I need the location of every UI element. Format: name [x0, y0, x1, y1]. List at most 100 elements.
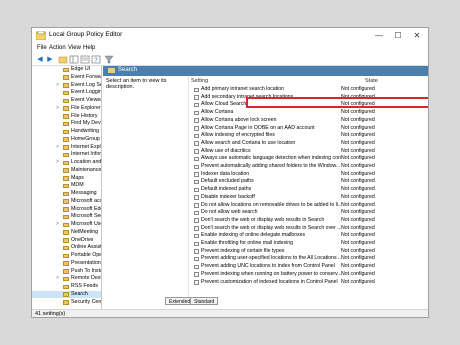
tree-item[interactable]: Event Forwarding	[32, 74, 101, 82]
policy-row[interactable]: Always use automatic language detection …	[191, 155, 427, 163]
policy-setting-icon	[194, 195, 199, 200]
tree-item[interactable]: Microsoft Edge	[32, 206, 101, 214]
chevron-right-icon[interactable]: >	[56, 144, 59, 152]
policy-state: Not configured	[341, 270, 375, 277]
tree-item[interactable]: > Location and Sens	[32, 159, 101, 167]
tree-item[interactable]: Event Logging	[32, 89, 102, 97]
policy-row[interactable]: Indexer data location Not configured	[191, 171, 427, 179]
tree-item[interactable]: Event Viewer	[32, 97, 101, 105]
policy-row[interactable]: Default indexed paths Not configured	[191, 186, 427, 194]
folder-up-icon[interactable]	[58, 55, 68, 64]
tree-item[interactable]: Handwriting	[32, 128, 101, 136]
tree-item[interactable]: HomeGroup	[32, 136, 101, 144]
tree-item[interactable]: Find My Device	[32, 120, 101, 128]
menu-file[interactable]: File	[37, 45, 47, 51]
tree-item[interactable]: RSS Feeds	[32, 283, 101, 291]
policy-name: Allow Cortana Page in OOBE on an AAD acc…	[201, 124, 315, 131]
policy-row[interactable]: Prevent indexing of certain file types No…	[191, 248, 427, 256]
tree-item-label: File History	[71, 112, 98, 119]
tree-item[interactable]: Internet Informati	[32, 151, 101, 159]
tree-item[interactable]: Push To Install	[32, 268, 101, 276]
chevron-right-icon[interactable]: >	[56, 275, 59, 283]
back-arrow-icon[interactable]: ◀	[35, 55, 45, 64]
tree-item[interactable]: > File Explorer	[32, 105, 101, 113]
policy-state: Not configured	[341, 240, 375, 246]
policy-setting-icon	[194, 102, 199, 108]
tree-item[interactable]: Maintenance Sche	[32, 167, 101, 175]
folder-icon	[63, 183, 69, 189]
chevron-right-icon[interactable]: >	[56, 82, 59, 90]
policy-setting-icon	[194, 118, 199, 123]
forward-arrow-icon[interactable]: ▶	[45, 55, 55, 64]
chevron-right-icon[interactable]: >	[56, 159, 59, 167]
tree-item[interactable]: Search	[32, 290, 101, 299]
policy-name: Don't search the web or display web resu…	[201, 224, 341, 231]
policy-row[interactable]: Do not allow web search Not configured	[191, 209, 427, 217]
policy-row[interactable]: Prevent adding user-specified locations …	[191, 255, 427, 263]
policy-row[interactable]: Prevent indexing when running on battery…	[191, 271, 427, 279]
policy-state: Not configured	[341, 247, 375, 254]
policy-row[interactable]: Don't search the web or display web resu…	[191, 225, 427, 233]
policy-row[interactable]: Enable throttling for online mail indexi…	[191, 240, 427, 248]
policy-name: Allow Cortana	[201, 109, 234, 116]
chevron-right-icon[interactable]: >	[56, 221, 59, 229]
tree-item[interactable]: Maps	[32, 175, 101, 183]
state-column-header[interactable]: State	[365, 78, 378, 84]
policy-state: Not configured	[341, 155, 375, 162]
tree-item[interactable]: OneDrive	[32, 237, 101, 245]
tree-item[interactable]: Online Assistance	[32, 244, 101, 252]
setting-column-header[interactable]: Setting	[191, 78, 208, 84]
tree-item[interactable]: MDM	[32, 182, 101, 190]
tree-item-label: Microsoft account	[71, 197, 102, 204]
policy-row[interactable]: Prevent adding UNC locations to index fr…	[191, 263, 427, 271]
policy-row[interactable]: Allow search and Cortana to use location…	[191, 140, 427, 148]
policy-row[interactable]: Allow Cortana Not configured	[191, 109, 427, 117]
tree-item[interactable]: Microsoft account	[32, 197, 102, 206]
navigation-tree[interactable]: Edge UIEvent Forwarding > Event Log Servic…	[32, 66, 102, 309]
policy-row[interactable]: Allow Cortana Page in OOBE on an AAD acc…	[191, 125, 427, 133]
policy-state: Not configured	[341, 193, 375, 200]
tree-item[interactable]: > Microsoft User Exp	[32, 221, 101, 229]
policy-row[interactable]: Do not allow locations on removable driv…	[191, 202, 427, 210]
tree-item[interactable]: Security Center	[32, 299, 101, 307]
policy-row[interactable]: Enable indexing of online delegate mailb…	[191, 232, 427, 240]
policy-state: Not configured	[341, 139, 375, 146]
policy-row[interactable]: Default excluded paths Not configured	[191, 178, 427, 186]
filter-icon[interactable]	[104, 55, 114, 64]
status-bar: 41 setting(s)	[32, 309, 428, 317]
export-list-icon[interactable]	[80, 55, 90, 64]
policy-state: Not configured	[341, 255, 375, 262]
tree-item[interactable]: > Internet Explorer	[32, 144, 101, 152]
tree-item[interactable]: Microsoft Seconda	[32, 213, 101, 221]
policy-row[interactable]: Don't search the web or display web resu…	[191, 217, 427, 225]
maximize-button[interactable]: ☐	[391, 30, 405, 41]
tree-item[interactable]: NetMeeting	[32, 229, 101, 237]
folder-icon	[63, 253, 69, 259]
chevron-right-icon[interactable]: >	[56, 105, 59, 113]
close-button[interactable]: ✕	[410, 30, 424, 41]
policy-row[interactable]: Allow indexing of encrypted files Not con…	[191, 132, 427, 140]
tree-item[interactable]: File History	[32, 112, 101, 121]
tree-item[interactable]: Edge UI	[32, 66, 101, 74]
policy-row[interactable]: Allow Cortana above lock screen Not confi…	[191, 117, 427, 125]
tree-item[interactable]: Portable Operating	[32, 252, 101, 260]
menu-action[interactable]: Action	[49, 45, 66, 51]
help-icon[interactable]: ?	[91, 55, 101, 64]
policy-row[interactable]: Add primary intranet search location Not …	[191, 86, 427, 94]
tree-item[interactable]: > Event Log Service	[32, 82, 101, 90]
tab-standard[interactable]: Standard	[190, 297, 219, 305]
policy-row[interactable]: Prevent automatically adding shared fold…	[191, 163, 427, 171]
tree-item[interactable]: Messaging	[32, 190, 101, 198]
policy-name: Allow use of diacritics	[201, 147, 251, 154]
folder-icon	[63, 261, 69, 266]
minimize-button[interactable]: —	[372, 30, 386, 41]
show-hide-tree-icon[interactable]	[69, 55, 79, 64]
tree-item[interactable]: > Remote Desktop S	[32, 275, 101, 283]
policy-row[interactable]: Disable indexer backoff Not configured	[191, 194, 427, 202]
tree-item-label: Event Logging	[71, 89, 102, 96]
menu-view[interactable]: View	[68, 45, 81, 51]
policy-row[interactable]: Prevent customization of indexed locatio…	[191, 279, 427, 287]
policy-row[interactable]: Allow use of diacritics Not configured	[191, 148, 427, 156]
menu-help[interactable]: Help	[83, 45, 95, 51]
tree-item[interactable]: Presentation Settir	[32, 260, 101, 268]
